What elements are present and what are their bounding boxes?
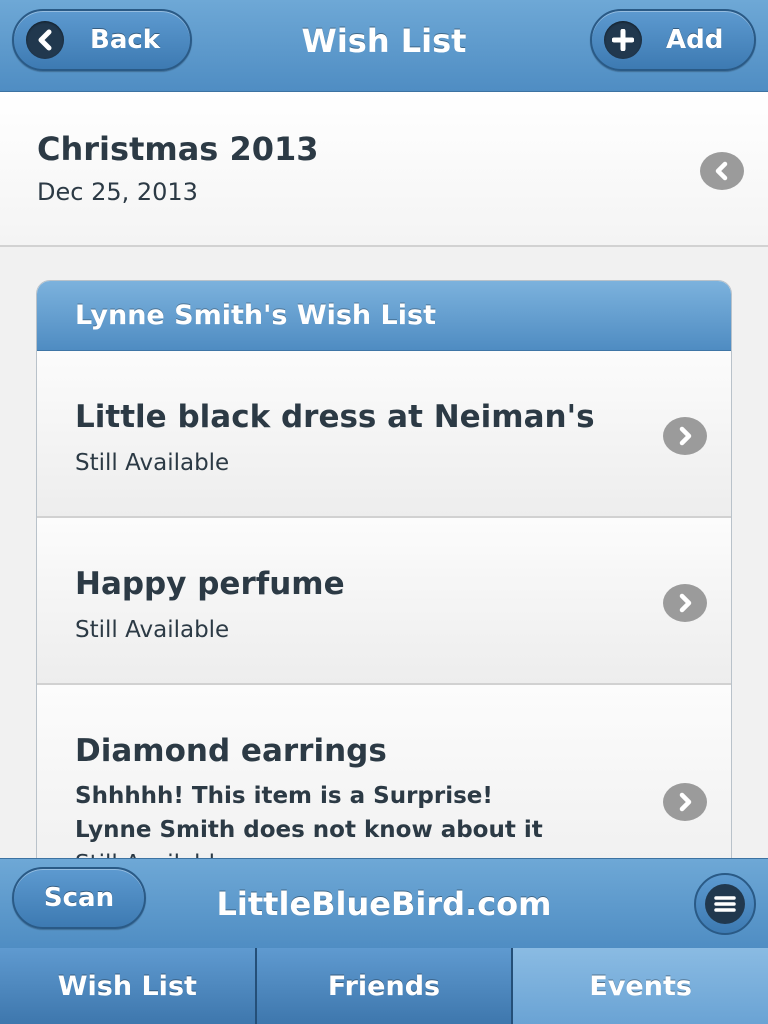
item-surprise-note-detail: Lynne Smith does not know about it	[75, 817, 543, 843]
item-title: Happy perfume	[75, 566, 345, 602]
back-button[interactable]: Back	[12, 9, 192, 71]
event-title: Christmas 2013	[37, 130, 319, 168]
add-button[interactable]: Add	[590, 9, 756, 71]
event-header[interactable]: Christmas 2013 Dec 25, 2013	[0, 92, 768, 247]
page-title: Wish List	[301, 22, 467, 60]
back-button-label: Back	[90, 25, 161, 55]
list-item[interactable]: Little black dress at Neiman's Still Ava…	[37, 351, 731, 518]
chevron-right-icon[interactable]	[663, 584, 707, 622]
item-status: Still Available	[75, 617, 230, 643]
menu-button[interactable]	[694, 873, 756, 935]
item-surprise-note: Shhhhh! This item is a Surprise!	[75, 783, 493, 809]
plus-icon	[604, 21, 642, 59]
list-item[interactable]: Diamond earrings Shhhhh! This item is a …	[37, 685, 731, 879]
site-name: LittleBlueBird.com	[216, 885, 552, 923]
add-button-label: Add	[666, 25, 724, 55]
back-arrow-icon	[26, 21, 64, 59]
scan-button[interactable]: Scan	[12, 867, 146, 929]
list-item[interactable]: Happy perfume Still Available	[37, 518, 731, 685]
tab-wish-list[interactable]: Wish List	[0, 948, 257, 1024]
item-title: Diamond earrings	[75, 733, 387, 769]
menu-icon	[705, 884, 745, 924]
event-date: Dec 25, 2013	[37, 178, 198, 206]
wish-list-heading: Lynne Smith's Wish List	[37, 281, 731, 351]
tab-events[interactable]: Events	[513, 948, 768, 1024]
chevron-right-icon[interactable]	[663, 417, 707, 455]
tab-bar: Wish List Friends Events	[0, 948, 768, 1024]
tab-friends[interactable]: Friends	[256, 948, 514, 1024]
chevron-right-icon[interactable]	[663, 783, 707, 821]
wish-list-card: Lynne Smith's Wish List Little black dre…	[36, 280, 732, 880]
chevron-left-icon[interactable]	[700, 152, 744, 190]
item-status: Still Available	[75, 450, 230, 476]
footer-bar: Scan LittleBlueBird.com	[0, 858, 768, 948]
item-title: Little black dress at Neiman's	[75, 399, 595, 435]
top-nav-bar: Back Wish List Add	[0, 0, 768, 92]
